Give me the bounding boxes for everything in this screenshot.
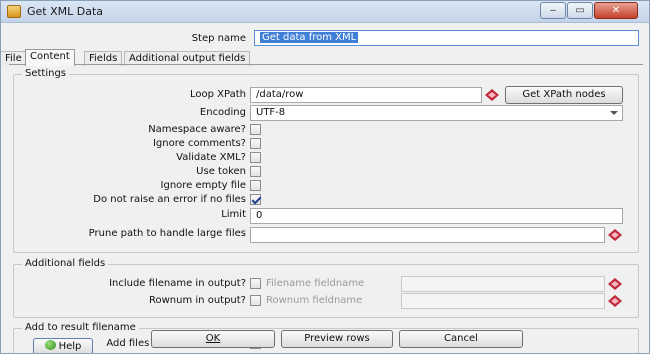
app-icon: [7, 5, 21, 18]
validate-xml-checkbox[interactable]: [250, 152, 261, 163]
rownum-fieldname-label: Rownum fieldname: [266, 295, 363, 306]
validate-xml-label: Validate XML?: [176, 152, 246, 163]
prune-path-label: Prune path to handle large files: [88, 228, 246, 239]
loop-xpath-label: Loop XPath: [190, 89, 246, 100]
use-token-label: Use token: [196, 166, 246, 177]
namespace-aware-checkbox[interactable]: [250, 124, 261, 135]
limit-label: Limit: [221, 209, 246, 220]
content-tab-panel: Settings Loop XPath /data/row Get XPath …: [9, 64, 643, 353]
settings-group: Settings Loop XPath /data/row Get XPath …: [13, 68, 639, 253]
variable-icon[interactable]: [485, 89, 499, 101]
get-xpath-nodes-button[interactable]: Get XPath nodes: [505, 86, 623, 104]
maximize-button[interactable]: ▭: [567, 2, 593, 19]
chevron-down-icon: [610, 111, 618, 115]
include-filename-checkbox[interactable]: [250, 278, 261, 289]
title-bar[interactable]: Get XML Data ‒ ▭ ✕: [1, 1, 649, 23]
limit-input[interactable]: 0: [250, 208, 623, 224]
cancel-label: Cancel: [444, 333, 478, 344]
cancel-button[interactable]: Cancel: [399, 330, 523, 348]
settings-group-title: Settings: [22, 68, 70, 79]
step-name-value: Get data from XML: [260, 32, 359, 43]
filename-fieldname-input[interactable]: [401, 276, 605, 292]
help-button[interactable]: Help: [33, 338, 93, 353]
variable-icon[interactable]: [608, 295, 622, 307]
close-button[interactable]: ✕: [594, 2, 638, 19]
rownum-fieldname-input[interactable]: [401, 293, 605, 309]
loop-xpath-input[interactable]: /data/row: [250, 87, 482, 103]
prune-path-input[interactable]: [250, 227, 605, 243]
step-name-input[interactable]: Get data from XML: [254, 30, 639, 46]
ok-label: OK: [205, 333, 221, 344]
additional-fields-group: Additional fields Include filename in ou…: [13, 258, 639, 318]
add-to-result-group-title: Add to result filename: [22, 322, 139, 333]
filename-fieldname-label: Filename fieldname: [266, 278, 365, 289]
window-title: Get XML Data: [27, 5, 104, 18]
step-name-label: Step name: [191, 33, 246, 44]
encoding-value: UTF-8: [256, 107, 286, 118]
variable-icon[interactable]: [608, 278, 622, 290]
ignore-empty-file-label: Ignore empty file: [160, 180, 246, 191]
ignore-empty-file-checkbox[interactable]: [250, 180, 261, 191]
ignore-comments-checkbox[interactable]: [250, 138, 261, 149]
include-filename-label: Include filename in output?: [109, 278, 246, 289]
tab-content[interactable]: Content: [25, 49, 75, 66]
ok-button[interactable]: OK: [151, 330, 275, 348]
minimize-button[interactable]: ‒: [540, 2, 566, 19]
rownum-label: Rownum in output?: [149, 295, 246, 306]
namespace-aware-label: Namespace aware?: [148, 124, 246, 135]
help-label: Help: [58, 341, 82, 352]
use-token-checkbox[interactable]: [250, 166, 261, 177]
help-icon: [44, 340, 56, 350]
tab-bar: File Content Fields Additional output fi…: [1, 49, 643, 66]
encoding-label: Encoding: [199, 107, 246, 118]
no-error-label: Do not raise an error if no files: [93, 194, 246, 205]
preview-rows-label: Preview rows: [304, 333, 370, 344]
rownum-checkbox[interactable]: [250, 295, 261, 306]
dialog-body: Step name Get data from XML File Content…: [1, 24, 643, 353]
preview-rows-button[interactable]: Preview rows: [281, 330, 393, 348]
no-error-checkbox[interactable]: [250, 194, 261, 205]
ignore-comments-label: Ignore comments?: [152, 138, 246, 149]
variable-icon[interactable]: [608, 229, 622, 241]
dialog-window: Get XML Data ‒ ▭ ✕ Step name Get data fr…: [0, 0, 650, 354]
encoding-select[interactable]: UTF-8: [250, 105, 623, 121]
additional-fields-group-title: Additional fields: [22, 258, 109, 269]
